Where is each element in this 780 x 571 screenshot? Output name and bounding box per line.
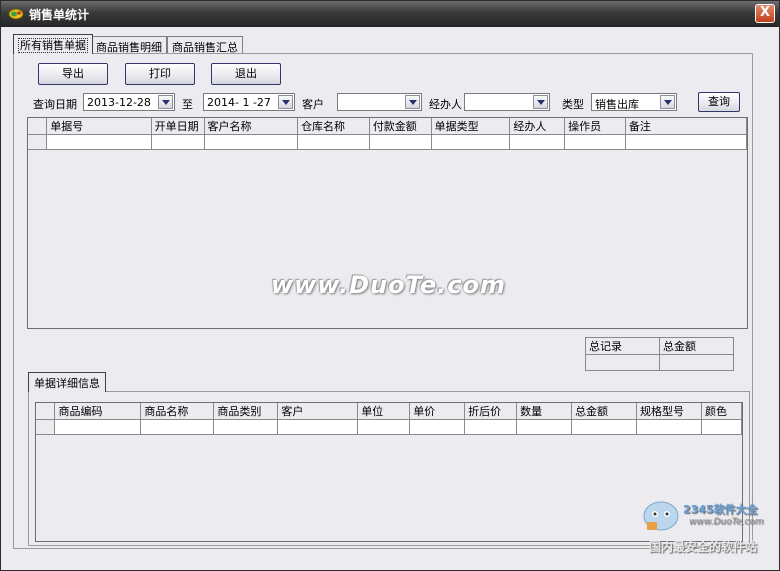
close-button[interactable]: X: [755, 4, 775, 23]
column-header[interactable]: 仓库名称: [297, 118, 370, 135]
window-title: 销售单统计: [29, 8, 90, 22]
close-icon: X: [759, 5, 771, 20]
tab-all-sales-orders[interactable]: 所有销售单据: [13, 34, 93, 54]
column-header[interactable]: 单据号: [46, 118, 152, 135]
dropdown-button[interactable]: [405, 95, 420, 109]
column-header[interactable]: 开单日期: [151, 118, 205, 135]
row-header[interactable]: [36, 419, 56, 435]
column-header[interactable]: 客户名称: [204, 118, 299, 135]
column-header[interactable]: 商品编码: [54, 403, 142, 420]
query-button[interactable]: 查询: [698, 92, 740, 112]
handler-select[interactable]: [464, 93, 550, 111]
row-header-corner: [36, 403, 56, 420]
customer-label: 客户: [302, 98, 324, 111]
column-header[interactable]: 客户: [277, 403, 359, 420]
column-header[interactable]: 单位: [357, 403, 411, 420]
title-bar: 销售单统计 X: [1, 1, 779, 27]
column-header[interactable]: 折后价: [464, 403, 518, 420]
chevron-down-icon: [537, 100, 545, 105]
sales-statistics-window: 销售单统计 X 所有销售单据 商品销售明细 商品销售汇总 导出 打印 退出 查询…: [0, 0, 780, 571]
to-label: 至: [182, 98, 193, 111]
customer-select[interactable]: [337, 93, 422, 111]
detail-grid[interactable]: 商品编码 商品名称 商品类别 客户 单位 单价 折后价 数量 总金额 规格型号 …: [35, 402, 743, 542]
dropdown-button[interactable]: [278, 95, 293, 109]
dropdown-button[interactable]: [533, 95, 548, 109]
date-to-value: 2014- 1 -27: [207, 96, 271, 109]
column-header[interactable]: 经办人: [509, 118, 566, 135]
table-row[interactable]: [36, 419, 743, 435]
column-header[interactable]: 商品名称: [140, 403, 215, 420]
type-label: 类型: [562, 98, 584, 111]
column-header[interactable]: 数量: [516, 403, 573, 420]
table-row[interactable]: [28, 134, 748, 150]
date-from-value: 2013-12-28: [87, 96, 151, 109]
watermark-brand: 2345软件大全: [683, 503, 758, 516]
handler-label: 经办人: [429, 98, 462, 111]
column-header[interactable]: 付款金额: [369, 118, 432, 135]
tab-label: 单据详细信息: [34, 377, 100, 390]
summary-table: 总记录 总金额: [585, 337, 734, 371]
column-header[interactable]: 颜色: [701, 403, 743, 420]
watermark-url: www.DuoTe.com: [689, 517, 764, 527]
print-button[interactable]: 打印: [125, 63, 195, 85]
mascot-icon: [643, 501, 679, 531]
row-header[interactable]: [28, 134, 48, 150]
type-select[interactable]: 销售出库: [591, 93, 677, 111]
total-records-value: [585, 354, 660, 371]
total-amount-value: [659, 354, 734, 371]
column-header[interactable]: 规格型号: [636, 403, 702, 420]
chevron-down-icon: [664, 100, 672, 105]
column-header[interactable]: 备注: [625, 118, 748, 135]
export-button[interactable]: 导出: [38, 63, 108, 85]
chevron-down-icon: [409, 100, 417, 105]
row-header-corner: [28, 118, 48, 135]
total-records-label: 总记录: [585, 337, 660, 355]
app-icon: [8, 8, 24, 20]
type-value: 销售出库: [595, 98, 639, 111]
chevron-down-icon: [162, 100, 170, 105]
tab-panel: 导出 打印 退出 查询日期 2013-12-28 至 2014- 1 -27 客…: [13, 53, 753, 549]
watermark-center: www.DuoTe.com: [271, 271, 506, 299]
date-label: 查询日期: [33, 98, 77, 111]
tab-order-detail[interactable]: 单据详细信息: [28, 372, 106, 392]
column-header[interactable]: 单据类型: [431, 118, 511, 135]
tab-product-sales-detail[interactable]: 商品销售明细: [91, 36, 167, 54]
total-amount-label: 总金额: [659, 337, 734, 355]
chevron-down-icon: [282, 100, 290, 105]
dropdown-button[interactable]: [660, 95, 675, 109]
dropdown-button[interactable]: [158, 95, 173, 109]
date-from-picker[interactable]: 2013-12-28: [83, 93, 175, 111]
watermark-slogan: 国内最安全的软件站: [649, 540, 758, 554]
column-header[interactable]: 商品类别: [213, 403, 279, 420]
column-header[interactable]: 总金额: [571, 403, 638, 420]
tab-label: 所有销售单据: [18, 38, 88, 53]
column-header[interactable]: 单价: [409, 403, 466, 420]
tab-product-sales-summary[interactable]: 商品销售汇总: [167, 36, 243, 54]
column-header[interactable]: 操作员: [564, 118, 626, 135]
date-to-picker[interactable]: 2014- 1 -27: [203, 93, 295, 111]
exit-button[interactable]: 退出: [211, 63, 281, 85]
